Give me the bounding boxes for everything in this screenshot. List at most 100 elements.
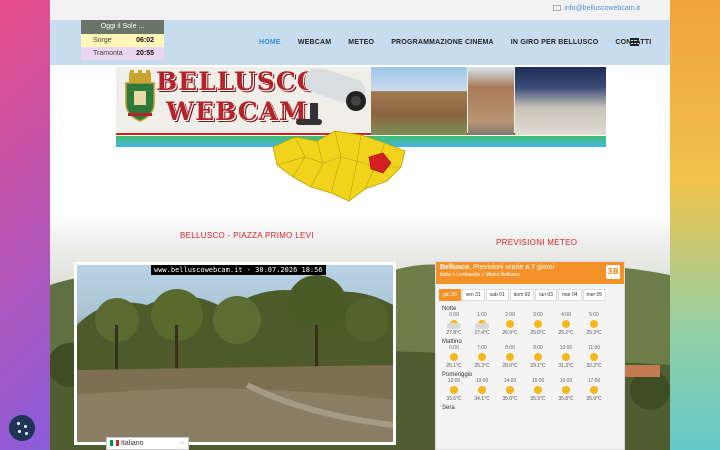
weather-section-title: Notte [442, 306, 457, 312]
cookie-icon[interactable] [9, 415, 35, 441]
weather-breadcrumb[interactable]: Italia > Lombardia > Meteo Bellusco [440, 272, 620, 278]
weather-time: 17:00 [587, 378, 601, 384]
weather-time: 14:00 [503, 378, 517, 384]
weather-city: Bellusco [440, 264, 470, 271]
weather-row: 12:00 33.6°C 13:00 34.1°C 14:00 35.0°C 15:00 35… [436, 378, 624, 402]
sun-icon [587, 385, 601, 395]
day-tab[interactable]: dom 02 [509, 289, 535, 301]
weather-row: 6:00 25.1°C 7:00 25.3°C 8:00 28.0°C 9:00 29.1°C… [436, 345, 624, 369]
weather-time: 11:00 [587, 345, 601, 351]
nav-item-programmazione-cinema[interactable]: PROGRAMMAZIONE CINEMA [391, 39, 494, 46]
sunrise-label: Sorge [93, 37, 112, 44]
town-crest-icon [125, 70, 155, 122]
weather-temp: 33.6°C [446, 396, 462, 402]
language-selector[interactable]: Italiano ⌵ [106, 437, 189, 450]
weather-heading: Bellusco, Previsioni orarie a 7 giorni [440, 264, 620, 271]
day-tab[interactable]: gio 30 [439, 289, 461, 301]
sun-icon [447, 352, 461, 362]
sun-icon [447, 385, 461, 395]
email-text[interactable]: info@belluscowebcam.it [564, 5, 640, 12]
hamburger-icon[interactable] [630, 38, 639, 46]
weather-cell: 14:00 35.0°C [496, 378, 524, 402]
weather-cell: 16:00 35.8°C [552, 378, 580, 402]
day-tab[interactable]: ven 31 [461, 289, 485, 301]
partly-cloudy-icon [447, 319, 461, 329]
weather-cell: 13:00 34.1°C [468, 378, 496, 402]
weather-temp: 25.2°C [558, 330, 574, 336]
weather-temp: 34.1°C [474, 396, 490, 402]
nav-item-meteo[interactable]: METEO [348, 39, 374, 46]
weather-time: 3:00 [533, 312, 543, 318]
weather-temp: 25.6°C [530, 330, 546, 336]
church-photo [468, 67, 514, 135]
day-tab[interactable]: lun 03 [535, 289, 557, 301]
weather-section-title: Pomeriggio [442, 372, 473, 378]
weather-cell: 8:00 28.0°C [496, 345, 524, 369]
weather-section-title: Mattino [442, 339, 462, 345]
sunset-label: Tramonta [93, 50, 123, 57]
meteo-title: PREVISIONI METEO [496, 238, 578, 247]
nav-item-webcam[interactable]: WEBCAM [298, 39, 331, 46]
weather-cell: 15:00 35.5°C [524, 378, 552, 402]
sunrise-row: Sorge 06:02 [81, 34, 164, 47]
weather-cell: 10:00 31.3°C [552, 345, 580, 369]
weather-temp: 35.9°C [586, 396, 602, 402]
nav-item-in-giro-per-bellusco[interactable]: IN GIRO PER BELLUSCO [511, 39, 599, 46]
weather-time: 0:00 [449, 312, 459, 318]
nav-item-home[interactable]: HOME [259, 39, 281, 46]
weather-cell: 0:00 27.8°C [440, 312, 468, 336]
weather-temp: 35.8°C [558, 396, 574, 402]
day-tab[interactable]: mer 05 [582, 289, 607, 301]
nav-menu: HOME WEBCAM METEO PROGRAMMAZIONE CINEMA … [259, 39, 668, 46]
weather-time: 9:00 [533, 345, 543, 351]
day-tab[interactable]: sab 01 [485, 289, 509, 301]
3bmeteo-logo-icon[interactable]: 3B [606, 265, 620, 279]
weather-cell: 5:00 25.3°C [580, 312, 608, 336]
webcam-image-frame[interactable]: www.belluscowebcam.it - 30.07.2026 18:56 [74, 262, 396, 445]
day-tab[interactable]: mar 04 [557, 289, 582, 301]
weather-cell: 1:00 27.4°C [468, 312, 496, 336]
partly-cloudy-icon [475, 319, 489, 329]
weather-time: 6:00 [449, 345, 459, 351]
sun-icon [475, 352, 489, 362]
sun-icon [531, 385, 545, 395]
mail-icon [553, 5, 562, 12]
night-square-photo [515, 67, 606, 135]
sun-icon [475, 385, 489, 395]
sun-times-widget: Oggi il Sole ... Sorge 06:02 Tramonta 20… [81, 20, 164, 64]
webcam-timestamp: www.belluscowebcam.it - 30.07.2026 18:56 [151, 265, 326, 275]
weather-temp: 32.2°C [586, 363, 602, 369]
weather-cell: 6:00 25.1°C [440, 345, 468, 369]
weather-time: 8:00 [505, 345, 515, 351]
italy-flag-icon [110, 440, 119, 447]
weather-sections: Notte 0:00 27.8°C 1:00 27.4°C 2:00 26.9°C 3:00 2… [436, 303, 624, 411]
weather-temp: 26.9°C [502, 330, 518, 336]
email-link[interactable]: info@belluscowebcam.it [553, 5, 640, 12]
weather-temp: 25.3°C [586, 330, 602, 336]
weather-temp: 31.3°C [558, 363, 574, 369]
weather-temp: 35.5°C [530, 396, 546, 402]
weather-section-title: Sera [442, 405, 455, 411]
weather-cell: 9:00 29.1°C [524, 345, 552, 369]
weather-time: 2:00 [505, 312, 515, 318]
banner-background: BELLUSCO WEBCAM [116, 67, 606, 135]
webcam-image[interactable]: www.belluscowebcam.it - 30.07.2026 18:56 [77, 265, 393, 442]
background-gradient-right [670, 0, 720, 450]
weather-cell: 12:00 33.6°C [440, 378, 468, 402]
sun-icon [531, 319, 545, 329]
sunset-time: 20:55 [136, 50, 154, 57]
sun-icon [503, 385, 517, 395]
sun-icon [559, 352, 573, 362]
sun-icon [559, 385, 573, 395]
weather-time: 4:00 [561, 312, 571, 318]
weather-cell: 2:00 26.9°C [496, 312, 524, 336]
chevron-down-icon: ⌵ [179, 440, 184, 446]
weather-temp: 27.4°C [474, 330, 490, 336]
weather-cell: 17:00 35.9°C [580, 378, 608, 402]
weather-cell: 3:00 25.6°C [524, 312, 552, 336]
security-camera-icon [296, 69, 366, 125]
weather-widget[interactable]: Bellusco, Previsioni orarie a 7 giorni I… [435, 261, 625, 450]
top-bar: info@belluscowebcam.it [50, 0, 670, 20]
sun-icon [531, 352, 545, 362]
weather-temp: 28.0°C [502, 363, 518, 369]
